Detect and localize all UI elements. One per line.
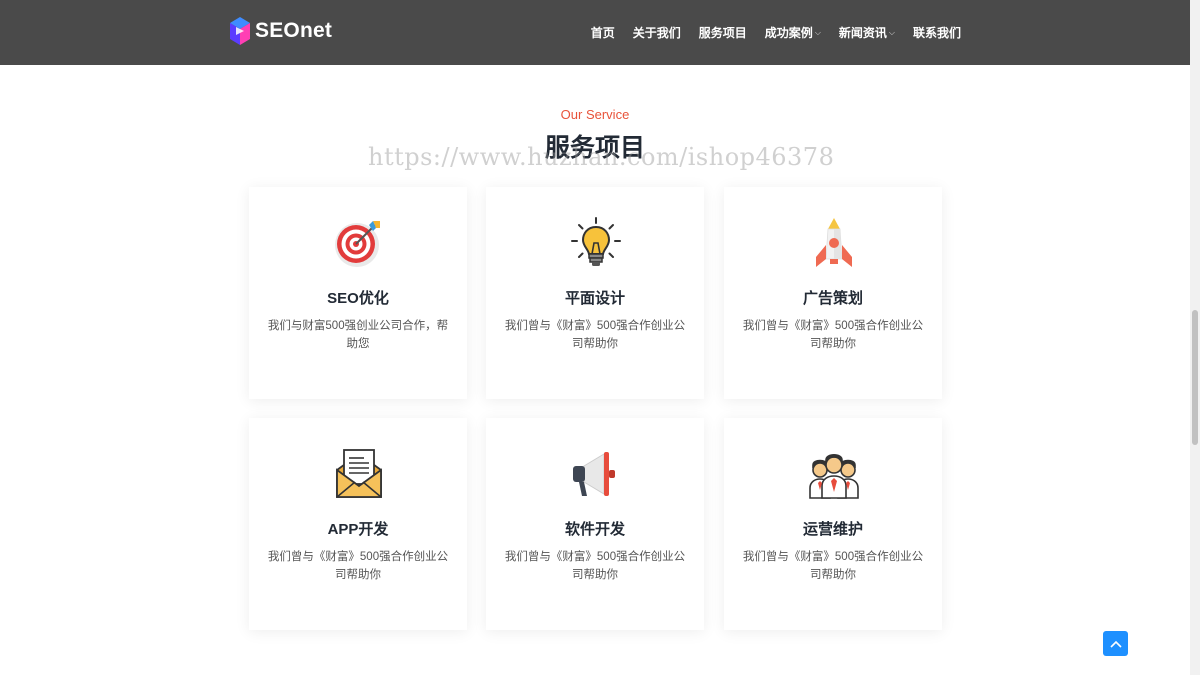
team-icon [809,453,859,499]
back-to-top-button[interactable] [1103,631,1128,656]
nav-item-news[interactable]: 新闻资讯 ⌵ [839,24,895,41]
logo[interactable]: SEOnet [230,17,332,45]
nav-label: 成功案例 [764,26,813,40]
envelope-icon [336,449,382,498]
service-card-graphic-design[interactable]: 平面设计 我们曾与《财富》500强合作创业公司帮助你 [486,187,704,399]
service-desc: 我们曾与《财富》500强合作创业公司帮助你 [742,551,924,581]
scrollbar[interactable] [1190,0,1200,675]
watermark: https://www.huzhan.com/ishop46378 [368,143,835,171]
lightbulb-icon [571,217,621,266]
main-nav: 首页 关于我们 服务项目 成功案例 ⌵ 新闻资讯 ⌵ 联系我们 [573,0,961,65]
service-card-seo[interactable]: SEO优化 我们与财富500强创业公司合作，帮助您 [249,187,467,399]
service-card-ad-planning[interactable]: 广告策划 我们曾与《财富》500强合作创业公司帮助你 [724,187,942,399]
nav-label: 关于我们 [632,26,681,40]
target-icon [335,221,380,267]
service-card-app-dev[interactable]: APP开发 我们曾与《财富》500强合作创业公司帮助你 [249,418,467,630]
nav-label: 新闻资讯 [838,26,887,40]
chevron-up-icon [1109,640,1122,648]
rocket-icon [816,218,852,267]
service-desc: 我们曾与《财富》500强合作创业公司帮助你 [742,320,924,350]
service-desc: 我们曾与《财富》500强合作创业公司帮助你 [504,551,686,581]
chevron-down-icon: ⌵ [814,27,821,37]
service-title: APP开发 [327,521,389,538]
service-card-operations[interactable]: 运营维护 我们曾与《财富》500强合作创业公司帮助你 [724,418,942,630]
service-desc: 我们曾与《财富》500强合作创业公司帮助你 [267,551,449,581]
section-subtitle: Our Service [560,107,630,122]
service-title: 运营维护 [802,521,863,538]
header: SEOnet 首页 关于我们 服务项目 成功案例 ⌵ 新闻资讯 ⌵ 联系我们 [0,0,1190,65]
page: SEOnet 首页 关于我们 服务项目 成功案例 ⌵ 新闻资讯 ⌵ 联系我们 Our… [0,0,1200,675]
nav-item-home[interactable]: 首页 [591,24,615,41]
service-desc: 我们曾与《财富》500强合作创业公司帮助你 [504,320,686,350]
nav-item-contact[interactable]: 联系我们 [913,24,961,41]
service-desc: 我们与财富500强创业公司合作，帮助您 [267,320,449,350]
service-title: SEO优化 [327,290,389,307]
logo-text: SEOnet [255,19,333,42]
nav-item-cases[interactable]: 成功案例 ⌵ [765,24,821,41]
service-title: 平面设计 [564,290,625,307]
nav-item-about[interactable]: 关于我们 [633,24,681,41]
nav-label: 首页 [590,26,615,40]
service-title: 软件开发 [564,521,625,538]
chevron-down-icon: ⌵ [888,27,895,37]
nav-label: 服务项目 [698,26,747,40]
scrollbar-thumb[interactable] [1192,310,1198,445]
service-title: 广告策划 [802,290,863,307]
nav-label: 联系我们 [912,26,961,40]
megaphone-icon [573,452,615,496]
nav-item-services[interactable]: 服务项目 [699,24,747,41]
service-card-software-dev[interactable]: 软件开发 我们曾与《财富》500强合作创业公司帮助你 [486,418,704,630]
logo-icon [230,17,250,45]
